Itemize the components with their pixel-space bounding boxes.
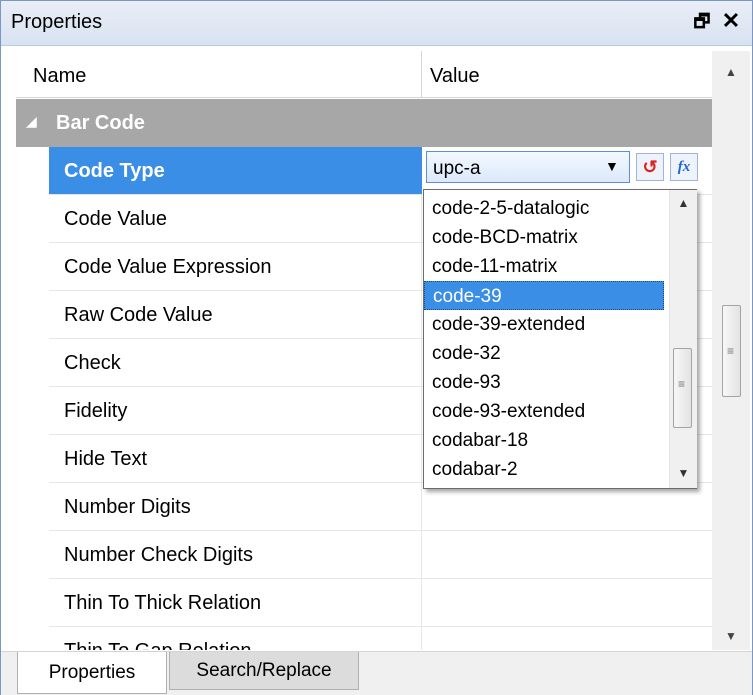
- property-name-cell[interactable]: Number Check Digits: [49, 531, 422, 578]
- property-name-cell[interactable]: Fidelity: [49, 387, 422, 434]
- grip-icon: ≡: [678, 377, 686, 391]
- float-window-icon[interactable]: 🗗: [693, 11, 711, 31]
- panel-title-bar: Properties 🗗 ✕: [1, 1, 752, 46]
- property-value-cell[interactable]: [422, 483, 712, 530]
- property-name: Code Value Expression: [64, 256, 272, 278]
- dropdown-option[interactable]: codabar-2: [424, 455, 664, 484]
- scroll-down-arrow-icon[interactable]: ▼: [670, 466, 697, 480]
- property-row-thin-to-thick-relation[interactable]: Thin To Thick Relation: [16, 579, 712, 627]
- scrollbar-thumb[interactable]: ≡: [722, 305, 741, 397]
- grid-vertical-scrollbar[interactable]: ▲ ≡ ▼: [712, 51, 750, 650]
- dropdown-scrollbar-thumb[interactable]: ≡: [673, 348, 692, 428]
- property-name-cell[interactable]: Code Type: [49, 147, 422, 194]
- property-name: Fidelity: [64, 400, 128, 422]
- tab-properties[interactable]: Properties: [17, 652, 167, 694]
- dropdown-option[interactable]: code-BCD-matrix: [424, 223, 664, 252]
- combobox-value: upc-a: [433, 158, 481, 179]
- collapse-expander-icon[interactable]: ◢: [26, 113, 37, 130]
- panel-title: Properties: [11, 11, 103, 33]
- scroll-up-arrow-icon[interactable]: ▲: [712, 65, 750, 79]
- dropdown-option[interactable]: code-11-matrix: [424, 252, 664, 281]
- property-value-cell[interactable]: [422, 579, 712, 626]
- dropdown-option[interactable]: code-39-extended: [424, 310, 664, 339]
- scroll-up-arrow-icon[interactable]: ▲: [670, 196, 697, 210]
- category-row-bar-code[interactable]: ◢ Bar Code: [16, 99, 712, 147]
- reset-value-button[interactable]: ↺: [636, 153, 664, 181]
- close-icon[interactable]: ✕: [719, 9, 743, 33]
- expression-fx-button[interactable]: fx: [670, 153, 698, 181]
- property-name: Hide Text: [64, 448, 148, 470]
- property-row-number-check-digits[interactable]: Number Check Digits: [16, 531, 712, 579]
- property-value-cell[interactable]: [422, 531, 712, 578]
- dropdown-scrollbar[interactable]: ▲ ≡ ▼: [669, 190, 697, 488]
- dropdown-option[interactable]: code-93-extended: [424, 397, 664, 426]
- tab-search-replace[interactable]: Search/Replace: [169, 652, 359, 690]
- dropdown-arrow-icon[interactable]: ▼: [605, 158, 619, 174]
- property-value-cell[interactable]: upc-a ▼ ↺ fx: [422, 147, 712, 194]
- property-name: Code Value: [64, 208, 168, 230]
- property-value-cell[interactable]: [422, 627, 712, 650]
- property-name: Raw Code Value: [64, 304, 213, 326]
- property-name: Thin To Thick Relation: [64, 592, 262, 614]
- property-name: Check: [64, 352, 121, 374]
- column-divider[interactable]: [421, 51, 422, 97]
- property-name-cell[interactable]: Raw Code Value: [49, 291, 422, 338]
- column-header-value[interactable]: Value: [430, 65, 480, 88]
- property-name-cell[interactable]: Hide Text: [49, 435, 422, 482]
- property-name: Thin To Gap Relation: [64, 640, 252, 650]
- dropdown-option[interactable]: code-93: [424, 368, 664, 397]
- property-row-thin-to-gap-relation[interactable]: Thin To Gap Relation: [16, 627, 712, 650]
- property-name-cell[interactable]: Code Value Expression: [49, 243, 422, 290]
- property-name: Code Type: [64, 160, 165, 182]
- property-name: Number Check Digits: [64, 544, 253, 566]
- dropdown-option[interactable]: code-2-5-datalogic: [424, 194, 664, 223]
- property-name-cell[interactable]: Code Value: [49, 195, 422, 242]
- property-name-cell[interactable]: Thin To Gap Relation: [49, 627, 422, 650]
- property-name: Number Digits: [64, 496, 191, 518]
- property-name-cell[interactable]: Number Digits: [49, 483, 422, 530]
- dropdown-option[interactable]: codabar-18: [424, 426, 664, 455]
- row-gutter: [16, 147, 49, 195]
- code-type-dropdown-list[interactable]: code-2-5-datalogic code-BCD-matrix code-…: [423, 189, 697, 489]
- dropdown-option-selected[interactable]: code-39: [424, 281, 664, 310]
- property-row-code-type[interactable]: Code Type upc-a ▼ ↺ fx: [16, 147, 712, 195]
- property-row-number-digits[interactable]: Number Digits: [16, 483, 712, 531]
- category-label: Bar Code: [56, 112, 145, 134]
- property-name-cell[interactable]: Check: [49, 339, 422, 386]
- grip-icon: ≡: [727, 344, 735, 358]
- panel-tab-strip: Properties Search/Replace: [1, 651, 752, 695]
- scroll-down-arrow-icon[interactable]: ▼: [712, 629, 750, 643]
- column-header-name[interactable]: Name: [33, 65, 86, 88]
- dropdown-option[interactable]: code-32: [424, 339, 664, 368]
- grid-header: Name Value: [16, 51, 712, 98]
- code-type-combobox[interactable]: upc-a ▼: [426, 151, 630, 183]
- property-name-cell[interactable]: Thin To Thick Relation: [49, 579, 422, 626]
